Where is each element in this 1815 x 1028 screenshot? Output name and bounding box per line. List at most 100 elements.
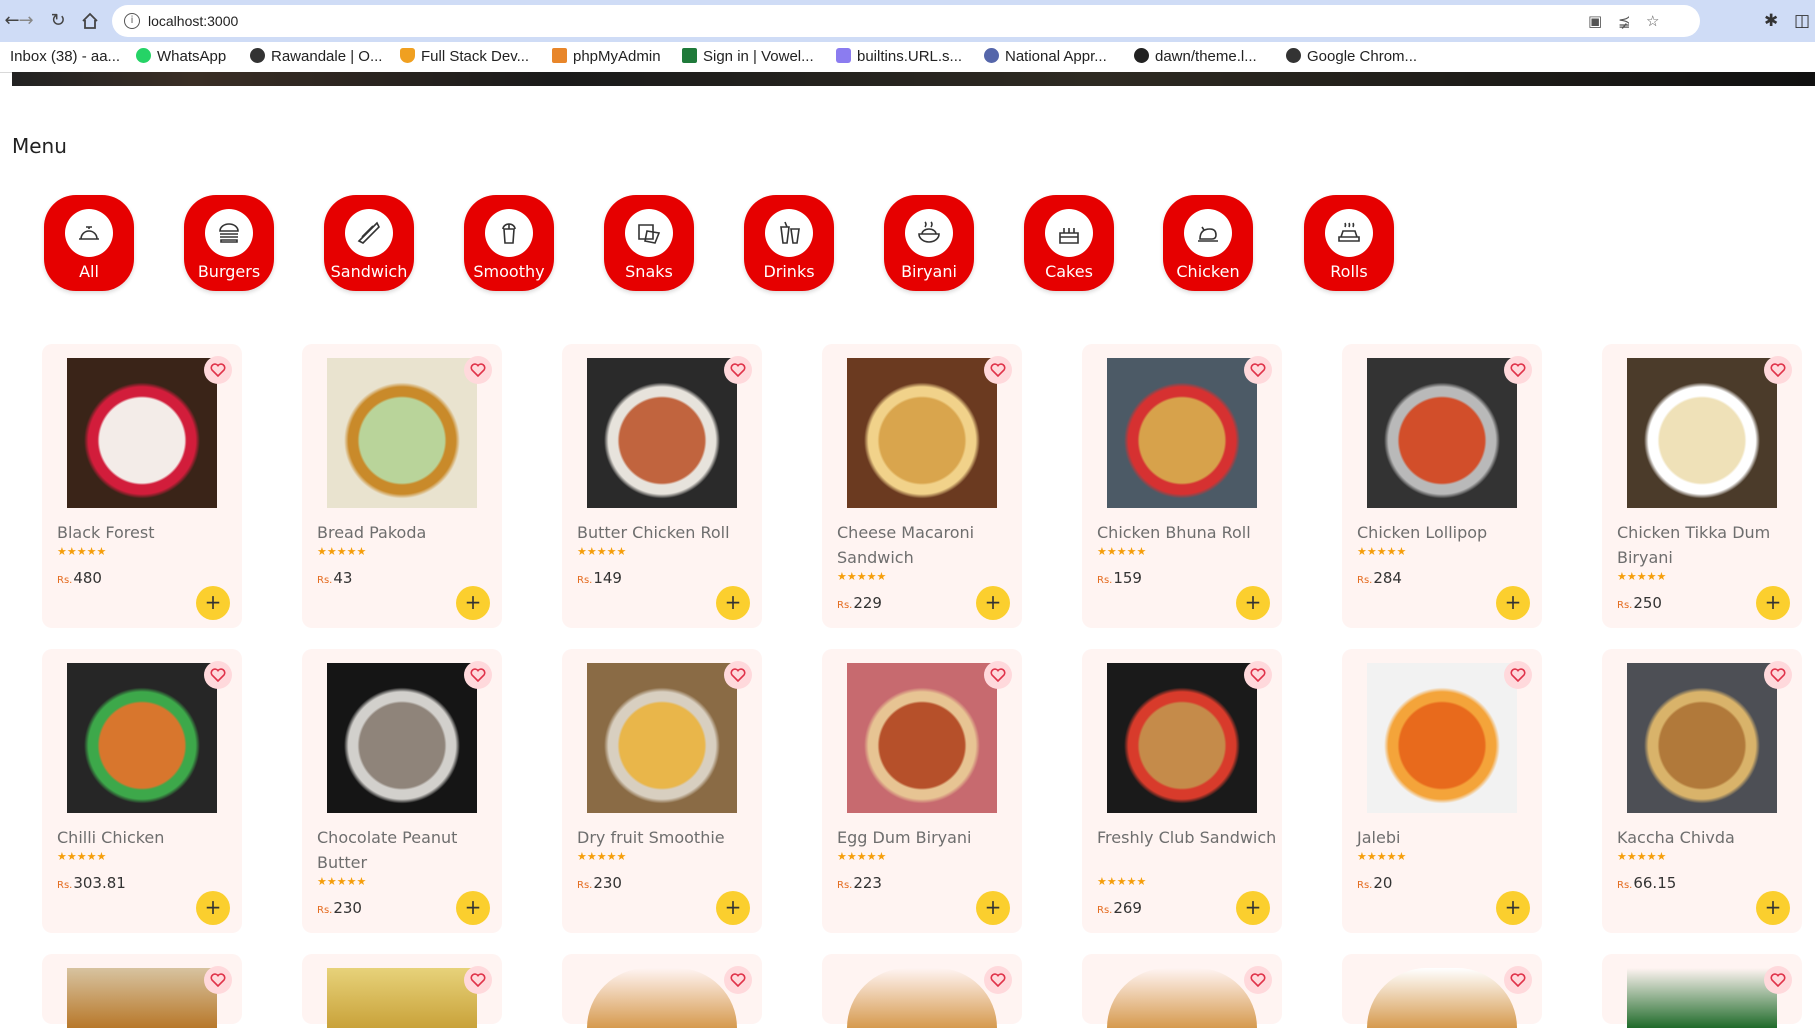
product-name: Chocolate Peanut Butter [317,828,458,872]
add-to-cart-button[interactable]: + [716,586,750,620]
product-card[interactable] [42,954,242,1028]
url-text[interactable]: localhost:3000 [148,5,238,37]
favorite-button[interactable] [204,966,232,994]
home-icon[interactable] [78,9,102,33]
product-card[interactable]: Butter Chicken Roll ★★★★★ Rs.149 + [562,344,762,628]
product-card[interactable]: Cheese Macaroni Sandwich ★★★★★ Rs.229 + [822,344,1022,628]
bookmark-label: Google Chrom... [1307,48,1418,65]
favorite-button[interactable] [1764,356,1792,384]
currency-label: Rs. [1097,905,1113,916]
favorite-button[interactable] [1244,966,1272,994]
translate-icon[interactable]: ▣ [1588,11,1602,31]
favorite-button[interactable] [464,356,492,384]
bookmark-item[interactable]: Sign in | Vowel... [682,47,814,67]
bookmark-item[interactable]: National Appr... [984,47,1107,67]
favorite-button[interactable] [1244,356,1272,384]
add-to-cart-button[interactable]: + [196,891,230,925]
product-card[interactable]: Chicken Tikka Dum Biryani ★★★★★ Rs.250 + [1602,344,1802,628]
favorite-button[interactable] [1764,661,1792,689]
add-to-cart-button[interactable]: + [716,891,750,925]
favorite-button[interactable] [984,661,1012,689]
product-card[interactable] [822,954,1022,1028]
add-to-cart-button[interactable]: + [456,891,490,925]
add-to-cart-button[interactable]: + [1236,891,1270,925]
favorite-button[interactable] [1504,356,1532,384]
bookmark-item[interactable]: WhatsApp [136,47,226,67]
price-value: 284 [1373,569,1402,587]
favorite-button[interactable] [1764,966,1792,994]
category-sandwich[interactable]: Sandwich [324,195,414,291]
bookmark-item[interactable]: dawn/theme.l... [1134,47,1257,67]
star-bookmark-icon[interactable]: ☆ [1646,11,1659,31]
favorite-button[interactable] [984,356,1012,384]
product-card[interactable]: Bread Pakoda ★★★★★ Rs.43 + [302,344,502,628]
reload-icon[interactable]: ↻ [46,9,70,33]
add-to-cart-button[interactable]: + [1496,891,1530,925]
currency-label: Rs. [1357,575,1373,586]
favorite-button[interactable] [464,966,492,994]
category-drinks[interactable]: Drinks [744,195,834,291]
bookmark-item[interactable]: Rawandale | O... [250,47,382,67]
category-snaks[interactable]: Snaks [604,195,694,291]
product-card[interactable]: Jalebi ★★★★★ Rs.20 + [1342,649,1542,933]
add-to-cart-button[interactable]: + [456,586,490,620]
product-card[interactable]: Dry fruit Smoothie ★★★★★ Rs.230 + [562,649,762,933]
favorite-button[interactable] [984,966,1012,994]
product-card[interactable] [302,954,502,1028]
product-card[interactable] [1082,954,1282,1028]
category-chicken[interactable]: Chicken [1163,195,1253,291]
category-icon-circle [345,209,393,257]
bookmark-item[interactable]: Google Chrom... [1286,47,1417,67]
share-icon[interactable]: ⪵ [1618,11,1631,31]
bookmark-item[interactable]: phpMyAdmin [552,47,661,67]
product-card[interactable] [1342,954,1542,1028]
category-cakes[interactable]: Cakes [1024,195,1114,291]
product-card[interactable]: Chicken Lollipop ★★★★★ Rs.284 + [1342,344,1542,628]
favorite-button[interactable] [724,966,752,994]
github-icon [1134,48,1149,63]
add-to-cart-button[interactable]: + [976,891,1010,925]
favorite-button[interactable] [1244,661,1272,689]
add-to-cart-button[interactable]: + [976,586,1010,620]
category-burgers[interactable]: Burgers [184,195,274,291]
add-to-cart-button[interactable]: + [1756,586,1790,620]
favorite-button[interactable] [724,356,752,384]
add-to-cart-button[interactable]: + [196,586,230,620]
category-biryani[interactable]: Biryani [884,195,974,291]
product-card[interactable]: Freshly Club Sandwich ★★★★★ Rs.269 + [1082,649,1282,933]
favorite-button[interactable] [204,356,232,384]
category-smoothy[interactable]: Smoothy [464,195,554,291]
favorite-button[interactable] [1504,661,1532,689]
product-price: Rs.303.81 [57,874,126,892]
price-value: 303.81 [73,874,126,892]
category-all[interactable]: All [44,195,134,291]
product-card[interactable] [562,954,762,1028]
bookmark-item[interactable]: builtins.URL.s... [836,47,962,67]
bookmark-item[interactable]: Inbox (38) - aa... [10,47,120,67]
favorite-button[interactable] [724,661,752,689]
product-card[interactable]: Black Forest ★★★★★ Rs.480 + [42,344,242,628]
product-card[interactable]: Chilli Chicken ★★★★★ Rs.303.81 + [42,649,242,933]
product-card[interactable]: Chicken Bhuna Roll ★★★★★ Rs.159 + [1082,344,1282,628]
favorite-button[interactable] [204,661,232,689]
product-card[interactable]: Chocolate Peanut Butter ★★★★★ Rs.230 + [302,649,502,933]
favorite-button[interactable] [1504,966,1532,994]
product-name: Chicken Lollipop [1357,523,1488,542]
product-card[interactable]: Egg Dum Biryani ★★★★★ Rs.223 + [822,649,1022,933]
category-rolls[interactable]: Rolls [1304,195,1394,291]
add-to-cart-button[interactable]: + [1496,586,1530,620]
forward-icon[interactable]: → [14,9,38,33]
category-icon-circle [485,209,533,257]
product-card[interactable] [1602,954,1802,1028]
site-info-icon[interactable]: i [124,13,140,29]
product-card[interactable]: Kaccha Chivda ★★★★★ Rs.66.15 + [1602,649,1802,933]
add-to-cart-button[interactable]: + [1756,891,1790,925]
extensions-icon[interactable]: ✱ [1764,9,1778,33]
rating-stars: ★★★★★ [317,545,367,558]
currency-label: Rs. [577,575,593,586]
add-to-cart-button[interactable]: + [1236,586,1270,620]
favorite-button[interactable] [464,661,492,689]
bookmark-item[interactable]: Full Stack Dev... [400,47,529,67]
address-bar[interactable]: i localhost:3000 ▣ ⪵ ☆ [112,5,1700,37]
side-panel-icon[interactable]: ◫ [1794,9,1810,33]
